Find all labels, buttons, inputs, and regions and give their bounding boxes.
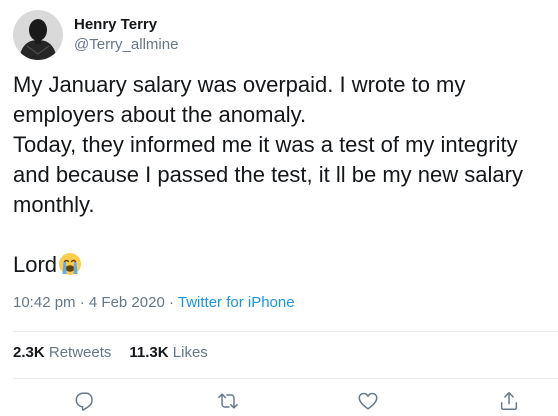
tweet-text: My January salary was overpaid. I wrote …	[13, 70, 553, 280]
tweet-line: My January salary was overpaid. I wrote …	[13, 72, 466, 97]
avatar[interactable]	[13, 10, 63, 60]
reply-button[interactable]	[73, 389, 97, 413]
tweet-header: Henry Terry @Terry_allmine	[13, 8, 178, 62]
likes-stat[interactable]: 11.3K Likes	[129, 344, 207, 361]
share-icon	[500, 392, 518, 410]
tweet-line: and because I passed the test, it ll be …	[13, 162, 523, 187]
tweet-last-line: Lord	[13, 250, 553, 280]
paragraph-break	[13, 220, 553, 250]
tweet-line: Today, they informed me it was a test of…	[13, 132, 518, 157]
like-button[interactable]	[356, 389, 380, 413]
tweet-date[interactable]: 4 Feb 2020	[89, 294, 165, 311]
loudly-crying-face-emoji-icon	[58, 252, 82, 276]
retweets-count: 2.3K	[13, 344, 45, 361]
meta-separator: ·	[75, 294, 89, 311]
reply-icon	[75, 392, 93, 411]
likes-label: Likes	[172, 344, 208, 361]
retweet-icon	[218, 393, 238, 409]
like-icon	[358, 392, 378, 410]
divider	[13, 378, 558, 379]
tweet-line: employers about the anomaly.	[13, 102, 307, 127]
avatar-image	[13, 10, 63, 60]
divider	[13, 331, 558, 332]
retweet-button[interactable]	[216, 389, 240, 413]
retweets-label: Retweets	[48, 344, 112, 361]
retweets-stat[interactable]: 2.3K Retweets	[13, 344, 111, 361]
tweet-last-word: Lord	[13, 252, 58, 277]
tweet-meta: 10:42 pm · 4 Feb 2020 · Twitter for iPho…	[13, 293, 295, 313]
tweet-source-link[interactable]: Twitter for iPhone	[178, 294, 295, 311]
tweet-card: Henry Terry @Terry_allmine My January sa…	[0, 0, 558, 416]
meta-separator: ·	[164, 294, 178, 311]
likes-count: 11.3K	[129, 344, 169, 361]
tweet-line: monthly.	[13, 192, 95, 217]
tweet-actions	[0, 389, 558, 413]
author-display-name[interactable]: Henry Terry	[74, 15, 178, 35]
tweet-stats: 2.3K Retweets 11.3K Likes	[13, 343, 208, 363]
tweet-time[interactable]: 10:42 pm	[13, 294, 76, 311]
author-handle[interactable]: @Terry_allmine	[74, 35, 178, 55]
author-names: Henry Terry @Terry_allmine	[74, 15, 178, 55]
share-button[interactable]	[497, 389, 521, 413]
